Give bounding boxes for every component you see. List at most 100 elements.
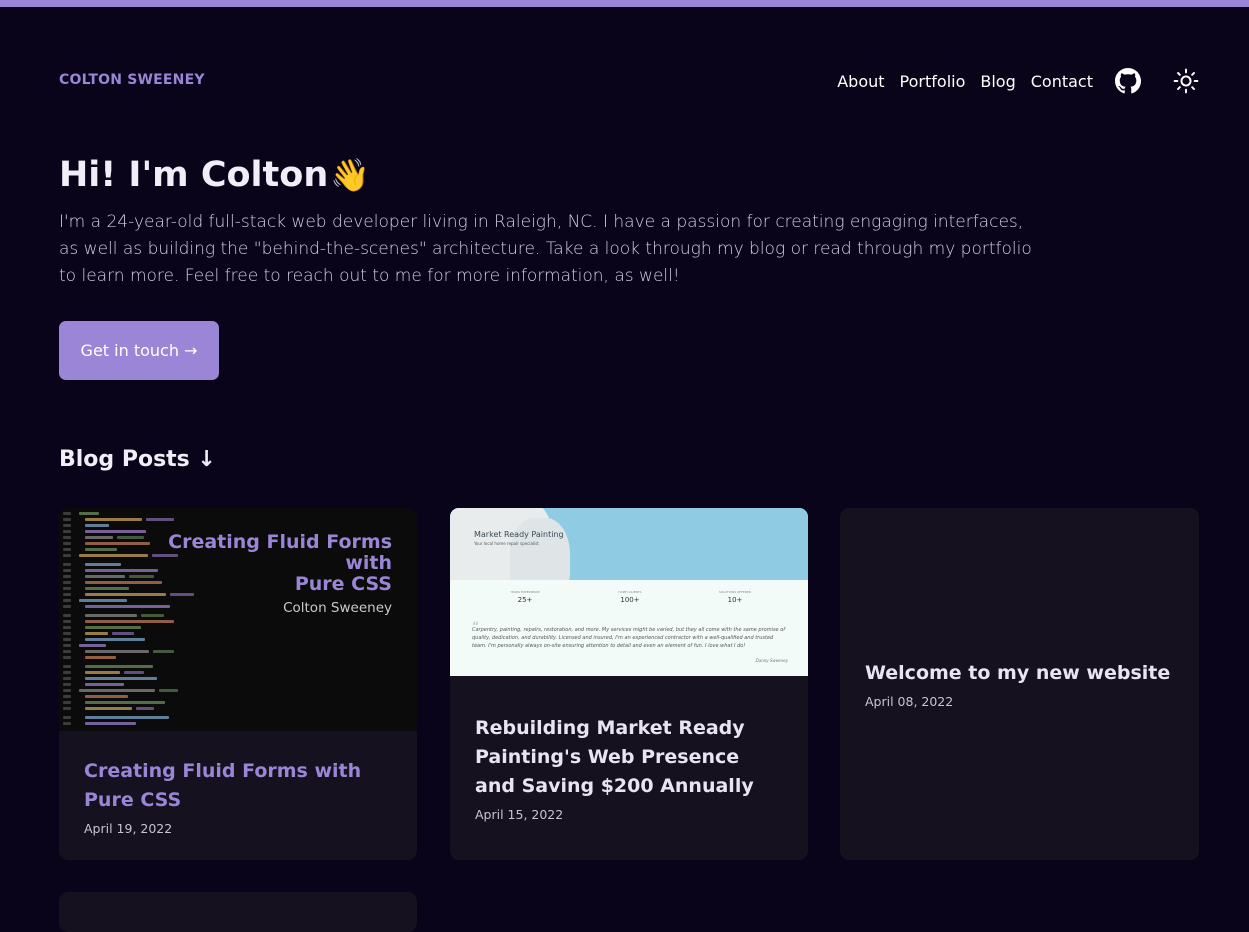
- code-line: [79, 554, 148, 557]
- stat-value: 100+: [620, 596, 640, 604]
- code-line: [79, 644, 106, 647]
- code-line-number: [63, 638, 71, 641]
- code-line: [85, 632, 108, 635]
- hero-intro: I'm a 24-year-old full-stack web develop…: [59, 212, 1032, 286]
- code-line: [85, 695, 128, 698]
- code-line: [85, 650, 149, 653]
- code-line: [85, 581, 162, 584]
- code-line: [124, 671, 144, 674]
- code-line: [85, 536, 113, 539]
- code-line-number: [63, 524, 71, 527]
- blog-card-date: April 08, 2022: [865, 694, 954, 709]
- code-line: [79, 512, 99, 515]
- code-line: [85, 626, 141, 629]
- code-line-number: [63, 626, 71, 629]
- code-line: [153, 650, 174, 653]
- code-line-number: [63, 563, 71, 566]
- code-line-number: [63, 554, 71, 557]
- code-line: [79, 689, 155, 692]
- code-line: [85, 524, 109, 527]
- thumbnail-title-line-2: with: [345, 552, 392, 574]
- thumbnail-stat: SOLUTIONS OFFERED 10+: [705, 590, 765, 604]
- thumbnail-signature: Danny Sweeney: [755, 658, 788, 663]
- thumbnail-brand: Market Ready Painting: [474, 530, 564, 539]
- blog-card-next[interactable]: [59, 892, 417, 932]
- stat-value: 10+: [727, 596, 743, 604]
- blog-card-title[interactable]: Rebuilding Market Ready Painting's Web P…: [475, 714, 785, 801]
- code-line-number: [63, 530, 71, 533]
- site-logo[interactable]: COLTON SWEENEY: [59, 72, 205, 88]
- thumbnail-title-line-3: Pure CSS: [294, 573, 392, 595]
- code-line: [85, 548, 117, 551]
- code-line-number: [63, 605, 71, 608]
- stat-label: YEARS EXPERIENCE: [510, 590, 540, 594]
- main-nav: About Portfolio Blog Contact: [837, 64, 1199, 98]
- nav-portfolio[interactable]: Portfolio: [900, 72, 966, 91]
- code-line: [85, 569, 158, 572]
- nav-blog[interactable]: Blog: [980, 72, 1015, 91]
- blog-section-heading: Blog Posts ↓: [59, 447, 216, 472]
- code-line-number: [63, 542, 71, 545]
- code-line: [136, 707, 154, 710]
- code-line: [170, 593, 194, 596]
- hero-title-text: Hi! I'm Colton: [59, 155, 329, 195]
- code-line-number: [63, 677, 71, 680]
- code-line: [85, 707, 132, 710]
- code-line-number: [63, 587, 71, 590]
- code-line-number: [63, 695, 71, 698]
- code-line-number: [63, 689, 71, 692]
- code-line: [85, 614, 137, 617]
- thumbnail-stat: YEARS EXPERIENCE 25+: [495, 590, 555, 604]
- blog-thumbnail-website: Market Ready Painting Your local home re…: [450, 508, 808, 676]
- code-line: [129, 575, 154, 578]
- thumbnail-title: Creating Fluid Forms with Pure CSS: [168, 532, 392, 595]
- blog-card-date: April 19, 2022: [84, 821, 173, 836]
- code-line-number: [63, 518, 71, 521]
- thumbnail-hero-paint: Market Ready Painting Your local home re…: [450, 508, 808, 580]
- code-line: [85, 593, 166, 596]
- top-accent-bar: [0, 0, 1249, 7]
- code-line: [152, 554, 178, 557]
- code-line: [159, 689, 178, 692]
- code-line-number: [63, 683, 71, 686]
- code-line: [146, 518, 174, 521]
- code-line: [85, 620, 174, 623]
- nav-about[interactable]: About: [837, 72, 884, 91]
- blog-card-title[interactable]: Welcome to my new website: [865, 659, 1175, 688]
- code-line-number: [63, 701, 71, 704]
- code-line: [85, 542, 150, 545]
- code-line-number: [63, 665, 71, 668]
- theme-toggle-sun-icon[interactable]: [1173, 68, 1199, 94]
- get-in-touch-button[interactable]: Get in touch →: [59, 321, 219, 380]
- code-line-number: [63, 656, 71, 659]
- code-line: [85, 701, 165, 704]
- thumbnail-author: Colton Sweeney: [283, 600, 392, 616]
- github-icon[interactable]: [1115, 68, 1141, 94]
- code-line: [79, 599, 127, 602]
- code-line-number: [63, 575, 71, 578]
- code-line-number: [63, 614, 71, 617]
- code-line-number: [63, 650, 71, 653]
- waving-hand-icon: 👋: [330, 156, 371, 194]
- nav-contact[interactable]: Contact: [1031, 72, 1093, 91]
- code-line-number: [63, 581, 71, 584]
- code-line: [85, 563, 121, 566]
- code-line: [85, 671, 120, 674]
- code-line: [112, 632, 134, 635]
- hero-title: Hi! I'm Colton👋: [59, 155, 370, 195]
- code-line: [85, 638, 145, 641]
- code-line: [117, 536, 144, 539]
- blog-card-title[interactable]: Creating Fluid Forms with Pure CSS: [84, 757, 394, 815]
- code-line-number: [63, 671, 71, 674]
- site-header: COLTON SWEENEY About Portfolio Blog Cont…: [59, 64, 1199, 98]
- code-line: [141, 614, 164, 617]
- code-line: [85, 716, 169, 719]
- thumbnail-tagline: Your local home repair specialist: [474, 541, 539, 546]
- blog-card-date: April 15, 2022: [475, 807, 564, 822]
- blog-thumbnail-code: Creating Fluid Forms with Pure CSS Colto…: [59, 508, 417, 731]
- code-line-number: [63, 599, 71, 602]
- code-line: [85, 665, 153, 668]
- code-line-number: [63, 716, 71, 719]
- code-line: [85, 722, 136, 725]
- code-line: [85, 656, 116, 659]
